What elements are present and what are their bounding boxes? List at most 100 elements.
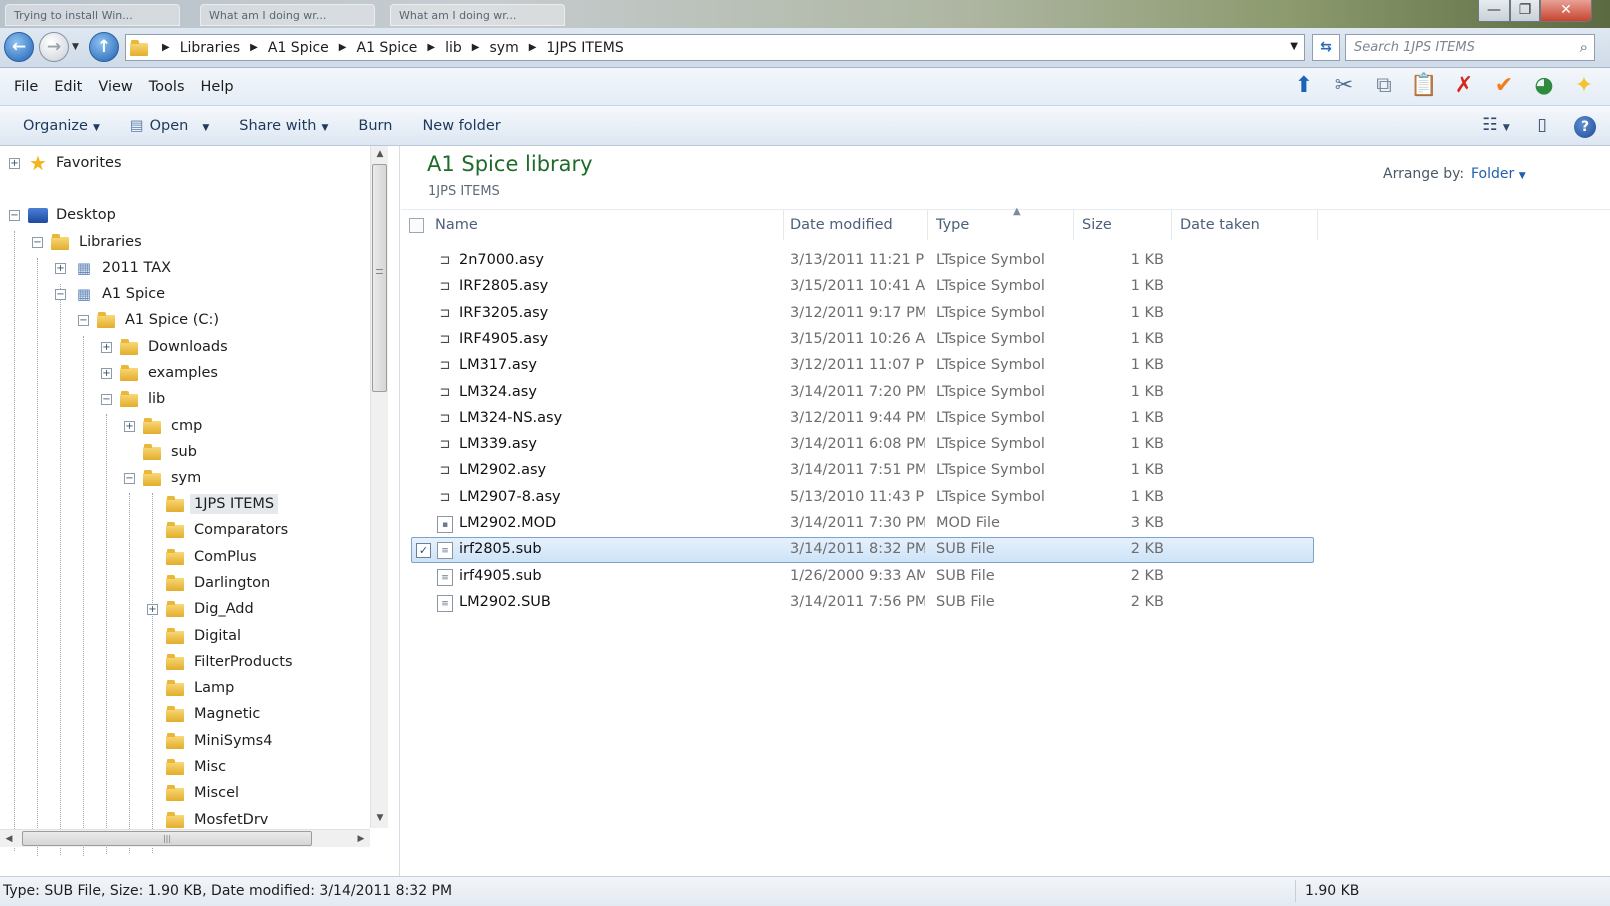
tree-item-a1-spice[interactable]: − ▦ A1 Spice <box>55 281 165 307</box>
column-date-taken[interactable]: Date taken <box>1172 210 1318 240</box>
tree-item-lamp[interactable]: Lamp <box>147 675 234 701</box>
file-row[interactable]: ▪ LM2902.MOD 3/14/2011 7:30 PM MOD File 3 KB <box>411 511 1314 537</box>
column-type[interactable]: Type <box>928 210 1074 240</box>
breadcrumb-separator[interactable]: ▶ <box>529 42 537 53</box>
breadcrumb-a1-spice[interactable]: A1 Spice <box>268 40 329 56</box>
file-row[interactable]: ⊐ 2n7000.asy 3/13/2011 11:21 PM LTspice Sym… <box>411 248 1314 274</box>
new-folder-button[interactable]: New folder <box>411 118 511 134</box>
scroll-thumb[interactable]: ||| <box>22 831 312 846</box>
column-size[interactable]: Size <box>1074 210 1172 240</box>
close-button[interactable]: ✕ <box>1540 0 1592 22</box>
tree-item-favorites[interactable]: + ★ Favorites <box>9 150 122 176</box>
tree-item-sym[interactable]: − sym <box>124 465 201 491</box>
tree-item-examples[interactable]: + examples <box>101 360 218 386</box>
scroll-up-arrow-icon[interactable]: ▲ <box>371 146 389 162</box>
paste-icon[interactable]: 📋 <box>1408 70 1440 102</box>
horizontal-scrollbar[interactable]: ◀ ||| ▶ <box>0 829 370 847</box>
tree-item-filterproducts[interactable]: FilterProducts <box>147 649 293 675</box>
checkmark-icon[interactable]: ✔ <box>1488 70 1520 102</box>
tree-item-misc[interactable]: Misc <box>147 754 226 780</box>
up-button[interactable]: ↑ <box>89 32 119 62</box>
tree-item-sub[interactable]: sub <box>124 439 197 465</box>
burn-button[interactable]: Burn <box>347 118 403 134</box>
minimize-button[interactable]: — <box>1478 0 1510 22</box>
background-tab[interactable]: What am I doing wr... <box>200 4 375 26</box>
tree-item-desktop[interactable]: − Desktop <box>9 202 116 228</box>
select-all-checkbox[interactable] <box>409 218 424 233</box>
collapse-icon[interactable]: − <box>32 236 43 248</box>
tree-item-darlington[interactable]: Darlington <box>147 570 270 596</box>
arrange-by-dropdown[interactable]: Folder ▼ <box>1471 166 1526 182</box>
breadcrumb-separator[interactable]: ▶ <box>339 42 347 53</box>
organize-button[interactable]: Organize ▼ <box>12 118 111 134</box>
tree-item-comparators[interactable]: Comparators <box>147 517 288 543</box>
search-input[interactable]: Search 1JPS ITEMS ⌕ <box>1345 34 1595 61</box>
new-item-icon[interactable]: ✦ <box>1568 70 1600 102</box>
expand-icon[interactable]: + <box>101 341 112 353</box>
preview-pane-button[interactable]: ▯ <box>1528 111 1556 139</box>
breadcrumb-1jps-items[interactable]: 1JPS ITEMS <box>546 40 623 56</box>
tree-item-2011-tax[interactable]: + ▦ 2011 TAX <box>55 255 171 281</box>
scissors-icon[interactable]: ✂ <box>1328 70 1360 102</box>
tree-item-digital[interactable]: Digital <box>147 623 241 649</box>
tree-item-a1-spice-drive[interactable]: − A1 Spice (C:) <box>78 307 219 333</box>
expand-icon[interactable]: + <box>55 262 66 274</box>
breadcrumb-lib[interactable]: lib <box>445 40 462 56</box>
open-button[interactable]: ▤ Open ▼ <box>119 118 220 134</box>
file-row[interactable]: ✓ ≡ irf2805.sub 3/14/2011 8:32 PM SUB File 2 … <box>411 537 1314 564</box>
expand-icon[interactable]: + <box>101 367 112 379</box>
recent-pages-dropdown[interactable]: ▼ <box>72 42 79 52</box>
search-icon[interactable]: ⌕ <box>1580 38 1588 56</box>
scroll-left-arrow-icon[interactable]: ◀ <box>0 831 18 847</box>
tree-item-dig-add[interactable]: + Dig_Add <box>147 596 254 622</box>
expand-icon[interactable]: + <box>9 157 20 169</box>
up-arrow-icon[interactable]: ⬆ <box>1288 70 1320 102</box>
vertical-scrollbar[interactable]: ▲ ▼ <box>370 146 388 828</box>
tree-item-complus[interactable]: ComPlus <box>147 544 257 570</box>
file-row[interactable]: ⊐ IRF3205.asy 3/12/2011 9:17 PM LTspice Sym… <box>411 301 1314 327</box>
forward-button[interactable]: → <box>39 32 69 62</box>
file-row[interactable]: ⊐ LM2907-8.asy 5/13/2010 11:43 PM LTspice S… <box>411 485 1314 511</box>
column-date-modified[interactable]: Date modified <box>782 210 928 240</box>
file-row[interactable]: ⊐ LM339.asy 3/14/2011 6:08 PM LTspice Symbo… <box>411 432 1314 458</box>
refresh-button[interactable]: ⇆ <box>1312 34 1340 61</box>
tree-item-minisyms4[interactable]: MiniSyms4 <box>147 728 272 754</box>
collapse-icon[interactable]: − <box>78 314 89 326</box>
address-bar[interactable]: ▶ Libraries ▶ A1 Spice ▶ A1 Spice ▶ lib … <box>125 34 1305 61</box>
file-row[interactable]: ⊐ IRF2805.asy 3/15/2011 10:41 A... LTspice … <box>411 274 1314 300</box>
breadcrumb-separator[interactable]: ▶ <box>250 42 258 53</box>
delete-icon[interactable]: ✗ <box>1448 70 1480 102</box>
collapse-icon[interactable]: − <box>55 288 66 300</box>
tree-item-cmp[interactable]: + cmp <box>124 413 202 439</box>
menu-tools[interactable]: Tools <box>141 79 193 95</box>
menu-view[interactable]: View <box>90 79 140 95</box>
file-row[interactable]: ⊐ LM2902.asy 3/14/2011 7:51 PM LTspice Symb… <box>411 458 1314 484</box>
help-icon[interactable]: ? <box>1574 115 1596 138</box>
collapse-icon[interactable]: − <box>124 472 135 484</box>
tree-item-1jps-items[interactable]: 1JPS ITEMS <box>147 491 279 517</box>
collapse-icon[interactable]: − <box>9 209 20 221</box>
menu-help[interactable]: Help <box>193 79 242 95</box>
breadcrumb-libraries[interactable]: Libraries <box>180 40 240 56</box>
tree-item-downloads[interactable]: + Downloads <box>101 334 228 360</box>
file-row[interactable]: ≡ irf4905.sub 1/26/2000 9:33 AM SUB File 2 K… <box>411 564 1314 590</box>
collapse-icon[interactable]: − <box>101 393 112 405</box>
tree-item-miscel[interactable]: Miscel <box>147 780 239 806</box>
maximize-button[interactable]: ❐ <box>1510 0 1540 22</box>
scroll-down-arrow-icon[interactable]: ▼ <box>371 810 389 826</box>
file-row[interactable]: ⊐ LM317.asy 3/12/2011 11:07 PM LTspice Symb… <box>411 353 1314 379</box>
background-tab[interactable]: Trying to install Win... <box>5 4 180 26</box>
breadcrumb-sym[interactable]: sym <box>490 40 519 56</box>
background-tab[interactable]: What am I doing wr... <box>390 4 565 26</box>
scroll-thumb[interactable] <box>372 164 387 392</box>
globe-icon[interactable]: ◕ <box>1528 70 1560 102</box>
expand-icon[interactable]: + <box>124 420 135 432</box>
tree-item-libraries[interactable]: − Libraries <box>32 229 142 255</box>
breadcrumb-separator[interactable]: ▶ <box>472 42 480 53</box>
tree-item-magnetic[interactable]: Magnetic <box>147 701 260 727</box>
tree-item-lib[interactable]: − lib <box>101 386 165 412</box>
address-history-dropdown[interactable]: ▼ <box>1290 41 1298 52</box>
expand-icon[interactable]: + <box>147 603 158 615</box>
menu-file[interactable]: File <box>6 79 46 95</box>
scroll-right-arrow-icon[interactable]: ▶ <box>352 831 370 847</box>
